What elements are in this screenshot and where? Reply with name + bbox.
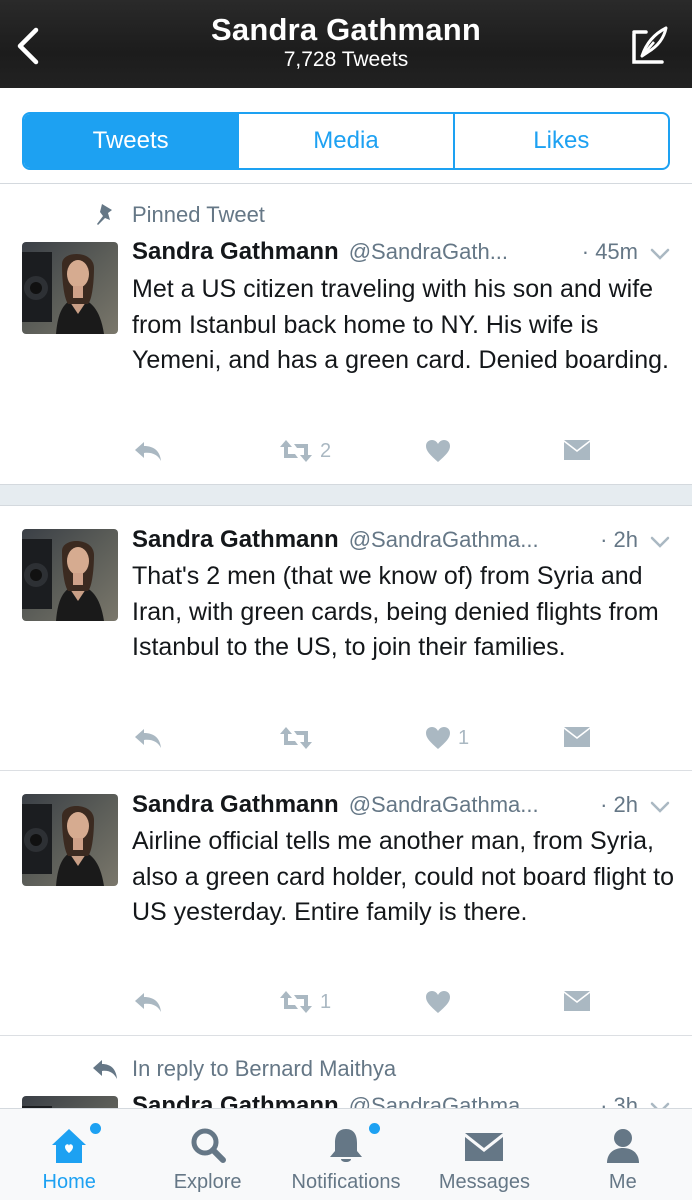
chevron-down-icon[interactable] — [648, 1098, 672, 1108]
reply-context: In reply to Bernard Maithya — [90, 1054, 396, 1084]
envelope-icon — [465, 1133, 504, 1161]
tweet-text: That's 2 men (that we know of) from Syri… — [132, 562, 659, 661]
bell-icon — [330, 1129, 363, 1162]
retweet-button[interactable]: 1 — [278, 985, 331, 1019]
tweet-actions: 2 — [132, 434, 602, 468]
tab-explore[interactable]: Explore — [138, 1109, 276, 1200]
heart-icon — [426, 440, 450, 462]
tweet-item[interactable]: Sandra Gathmann @SandraGathma... · 2h Th… — [0, 506, 692, 770]
author-name[interactable]: Sandra Gathmann — [132, 1092, 339, 1108]
tab-explore-label: Explore — [173, 1171, 242, 1193]
compose-tweet-icon[interactable] — [628, 24, 672, 68]
tweet-item[interactable]: Sandra Gathmann @SandraGathma... · 2h Ai… — [0, 771, 692, 1035]
retweet-icon — [280, 440, 312, 462]
tab-me[interactable]: Me — [554, 1109, 692, 1200]
direct-message-button[interactable] — [562, 985, 592, 1019]
tab-notifications[interactable]: Notifications — [277, 1109, 415, 1200]
tab-messages[interactable]: Messages — [415, 1109, 553, 1200]
tab-media[interactable]: Media — [239, 114, 455, 168]
avatar-image — [22, 529, 118, 621]
tweet-header: Sandra Gathmann @SandraGathma... · 2h — [132, 526, 672, 558]
reply-button[interactable] — [132, 985, 164, 1019]
like-count: 1 — [458, 726, 470, 749]
author-handle[interactable]: @SandraGath... — [349, 239, 508, 265]
tab-likes[interactable]: Likes — [455, 114, 668, 168]
retweet-button[interactable] — [278, 721, 320, 755]
envelope-icon — [564, 440, 590, 460]
avatar[interactable] — [22, 529, 118, 621]
segmented-control: Tweets Media Likes — [22, 112, 670, 170]
chevron-down-icon[interactable] — [648, 797, 672, 817]
heart-icon — [426, 991, 450, 1013]
retweet-button[interactable]: 2 — [278, 434, 331, 468]
direct-message-button[interactable] — [562, 721, 592, 755]
tweet-pinned[interactable]: Pinned Tweet Sandra Gathmann @SandraGath… — [0, 184, 692, 484]
chevron-down-icon[interactable] — [648, 532, 672, 552]
tweet-header: Sandra Gathmann @SandraGathma... · 2h — [132, 791, 672, 823]
author-handle[interactable]: @SandraGathma... — [349, 1093, 539, 1108]
tab-me-label: Me — [608, 1171, 637, 1193]
reply-icon — [135, 442, 161, 461]
tweet-header: Sandra Gathmann @SandraGath... · 45m — [132, 238, 672, 270]
tweet-text: Met a US citizen traveling with his son … — [132, 275, 669, 374]
author-name[interactable]: Sandra Gathmann — [132, 238, 339, 266]
like-button[interactable]: 1 — [424, 721, 469, 755]
tweet-actions: 1 — [132, 721, 602, 755]
tweet-header: Sandra Gathmann @SandraGathma... · 3h — [132, 1092, 672, 1108]
reply-icon — [135, 729, 161, 748]
pinned-indicator: Pinned Tweet — [90, 200, 265, 230]
bottom-tab-bar: Home Explore Notifications Messages Me — [0, 1108, 692, 1200]
tab-home[interactable]: Home — [0, 1109, 138, 1200]
tweet-count: 7,728 Tweets — [283, 48, 409, 71]
retweet-count: 2 — [320, 439, 332, 462]
envelope-icon — [564, 727, 590, 747]
pinned-label: Pinned Tweet — [132, 202, 265, 227]
profile-header: Sandra Gathmann 7,728 Tweets — [0, 0, 692, 88]
pin-icon — [97, 204, 112, 225]
avatar[interactable] — [22, 242, 118, 334]
tab-tweets[interactable]: Tweets — [24, 114, 240, 168]
reply-icon — [135, 993, 161, 1012]
like-button[interactable] — [424, 434, 458, 468]
tweet-actions: 1 — [132, 985, 602, 1019]
reply-icon — [93, 1060, 117, 1079]
chevron-down-icon[interactable] — [648, 244, 672, 264]
direct-message-button[interactable] — [562, 434, 592, 468]
tweet-text: Airline official tells me another man, f… — [132, 827, 675, 926]
profile-name-title: Sandra Gathmann — [211, 12, 481, 47]
tab-notifications-label: Notifications — [291, 1171, 401, 1193]
profile-tabs-bar: Tweets Media Likes — [0, 88, 692, 184]
avatar[interactable] — [22, 1096, 118, 1108]
reply-button[interactable] — [132, 434, 164, 468]
home-icon — [52, 1129, 87, 1163]
avatar-image — [22, 1096, 118, 1108]
notifications-dot — [368, 1123, 380, 1134]
author-handle[interactable]: @SandraGathma... — [349, 792, 539, 818]
reply-button[interactable] — [132, 721, 164, 755]
retweet-icon — [280, 991, 312, 1013]
avatar-image — [22, 242, 118, 334]
envelope-icon — [564, 991, 590, 1011]
author-handle[interactable]: @SandraGathma... — [349, 527, 539, 553]
search-icon — [191, 1128, 226, 1163]
avatar-image — [22, 794, 118, 886]
retweet-count: 1 — [320, 990, 332, 1013]
retweet-icon — [280, 727, 312, 749]
tweet-item[interactable]: In reply to Bernard Maithya Sandra Gathm… — [0, 1036, 692, 1108]
tab-home-label: Home — [42, 1171, 96, 1193]
section-gap — [0, 484, 692, 506]
tab-messages-label: Messages — [438, 1171, 530, 1193]
home-notification-dot — [90, 1123, 101, 1134]
reply-context-label: In reply to Bernard Maithya — [132, 1056, 397, 1081]
person-icon — [606, 1129, 639, 1163]
author-name[interactable]: Sandra Gathmann — [132, 526, 339, 554]
like-button[interactable] — [424, 985, 458, 1019]
avatar[interactable] — [22, 794, 118, 886]
author-name[interactable]: Sandra Gathmann — [132, 791, 339, 819]
heart-icon — [426, 727, 450, 749]
